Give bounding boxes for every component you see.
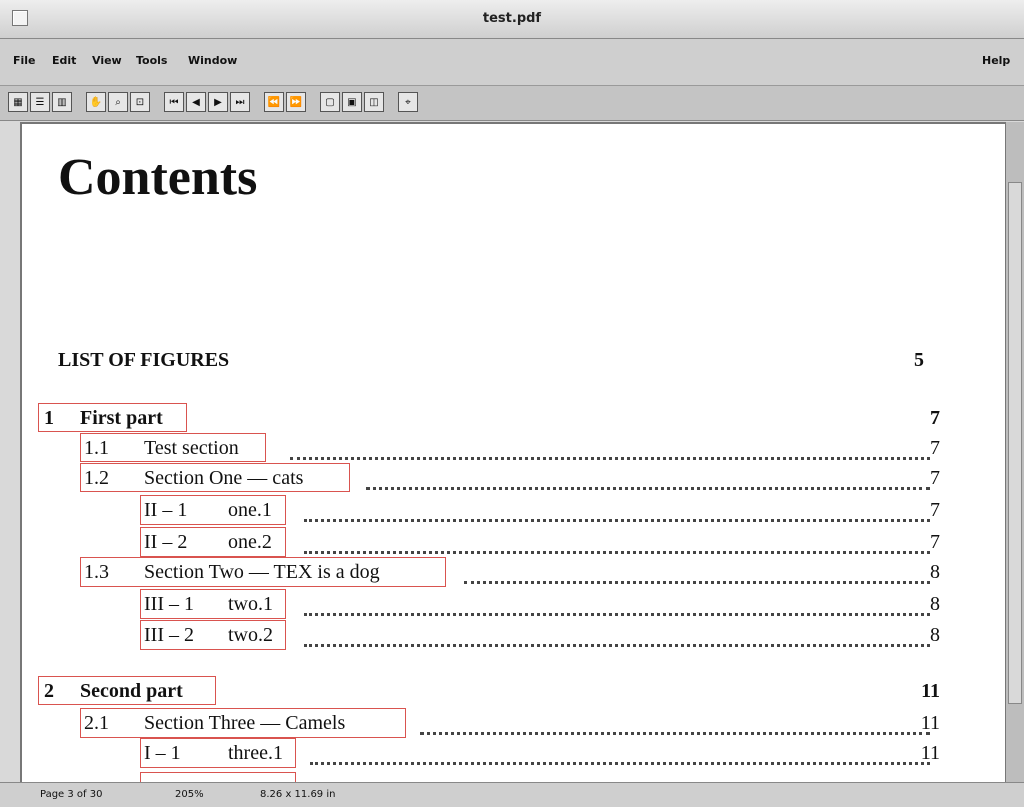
toc-page: 8 — [930, 593, 940, 615]
toc-leader — [290, 439, 930, 460]
link-box — [80, 433, 266, 462]
toolbar: ▦ ☰ ▥ ✋ ⌕ ⊡ ⏮ ◀ ▶ ⏭ ⏪ ⏩ ▢ ▣ ◫ ⌖ — [0, 86, 1024, 121]
toc-page: 7 — [930, 437, 940, 459]
link-box — [80, 708, 406, 738]
list-of-figures-label: LIST OF FIGURES — [58, 349, 230, 371]
zoom-in-icon[interactable]: ⌕ — [108, 92, 128, 112]
toc-leader — [304, 626, 930, 647]
toc-leader — [310, 744, 930, 765]
toc-page: 11 — [921, 680, 940, 702]
find-icon[interactable]: ⌖ — [398, 92, 418, 112]
document-view: Contents LIST OF FIGURES 5 1 First part … — [20, 122, 1008, 786]
link-box — [80, 463, 350, 492]
link-box — [140, 589, 286, 619]
facing-pages-icon[interactable]: ▥ — [52, 92, 72, 112]
menu-edit[interactable]: Edit — [52, 54, 76, 67]
toc-leader — [304, 595, 930, 616]
toc-page: 7 — [930, 499, 940, 521]
menu-view[interactable]: View — [92, 54, 122, 67]
link-box — [140, 738, 296, 768]
menu-tools[interactable]: Tools — [136, 54, 167, 67]
menu-file[interactable]: File — [13, 54, 36, 67]
toc-page: 11 — [920, 742, 940, 764]
continuous-page-icon[interactable]: ☰ — [30, 92, 50, 112]
toc-page: 8 — [930, 561, 940, 583]
contents-title: Contents — [58, 149, 258, 206]
single-page-icon[interactable]: ▦ — [8, 92, 28, 112]
previous-page-icon[interactable]: ◀ — [186, 92, 206, 112]
menu-help[interactable]: Help — [982, 54, 1010, 67]
pdf-page: Contents LIST OF FIGURES 5 1 First part … — [22, 124, 1006, 784]
scrollbar-thumb[interactable] — [1008, 182, 1022, 704]
zoom-indicator: 205% — [175, 789, 204, 800]
toc-leader — [366, 469, 930, 490]
link-box — [38, 403, 187, 432]
fit-width-icon[interactable]: ▣ — [342, 92, 362, 112]
toc-page: 7 — [930, 531, 940, 553]
window-titlebar: test.pdf — [0, 0, 1024, 39]
vertical-scrollbar[interactable] — [1005, 122, 1024, 782]
last-page-icon[interactable]: ⏭ — [230, 92, 250, 112]
hand-tool-icon[interactable]: ✋ — [86, 92, 106, 112]
list-of-figures-page: 5 — [914, 349, 924, 371]
fit-page-icon[interactable]: ▢ — [320, 92, 340, 112]
toc-page: 7 — [930, 467, 940, 489]
menu-bar: File Edit View Tools Window Help — [0, 39, 1024, 86]
zoom-rectangle-icon[interactable]: ⊡ — [130, 92, 150, 112]
page-indicator: Page 3 of 30 — [40, 789, 103, 800]
toc-leader — [304, 533, 930, 554]
page-size-indicator: 8.26 x 11.69 in — [260, 789, 336, 800]
go-forward-icon[interactable]: ⏩ — [286, 92, 306, 112]
toc-page: 8 — [930, 624, 940, 646]
link-box — [140, 495, 286, 525]
link-box — [140, 527, 286, 557]
first-page-icon[interactable]: ⏮ — [164, 92, 184, 112]
toc-leader — [464, 563, 930, 584]
menu-window[interactable]: Window — [188, 54, 237, 67]
link-box — [80, 557, 446, 587]
link-box — [38, 676, 216, 705]
window-title: test.pdf — [482, 11, 542, 26]
toc-leader — [420, 714, 930, 735]
toc-page: 7 — [930, 407, 940, 429]
next-page-icon[interactable]: ▶ — [208, 92, 228, 112]
status-bar: Page 3 of 30 205% 8.26 x 11.69 in — [0, 782, 1024, 807]
go-back-icon[interactable]: ⏪ — [264, 92, 284, 112]
toc-leader — [304, 501, 930, 522]
toc-page: 11 — [920, 712, 940, 734]
link-box — [140, 620, 286, 650]
fit-visible-icon[interactable]: ◫ — [364, 92, 384, 112]
